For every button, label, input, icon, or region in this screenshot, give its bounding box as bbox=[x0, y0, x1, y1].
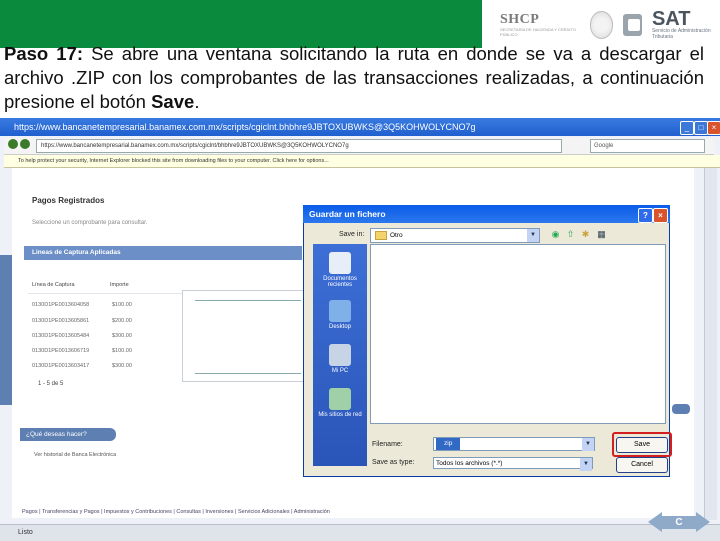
instruction-paragraph: Paso 17: Se abre una ventana solicitando… bbox=[4, 42, 704, 114]
overlay-panel bbox=[182, 290, 306, 382]
maximize-icon[interactable]: □ bbox=[694, 121, 708, 135]
browser-title-bar: https://www.bancanetempresarial.banamex.… bbox=[0, 118, 720, 136]
continue-button[interactable] bbox=[672, 404, 690, 414]
filetype-chevron-icon[interactable]: ▼ bbox=[580, 458, 592, 471]
save-in-label: Save in: bbox=[339, 231, 365, 238]
table-row-4-linea[interactable]: 0130D1PE0013606719 bbox=[32, 348, 89, 354]
minimize-icon[interactable]: _ bbox=[680, 121, 694, 135]
back-folder-icon[interactable]: ◉ bbox=[550, 229, 561, 240]
table-row-3-linea[interactable]: 0130D1PE0013605484 bbox=[32, 333, 89, 339]
place-my-computer[interactable]: Mi PC bbox=[313, 344, 367, 374]
place-desktop[interactable]: Desktop bbox=[313, 300, 367, 330]
save-in-value: Otro bbox=[390, 232, 403, 239]
dialog-title: Guardar un fichero bbox=[309, 209, 386, 219]
slide-navigation: C bbox=[648, 508, 710, 534]
filename-label: Filename: bbox=[372, 441, 403, 448]
address-bar[interactable]: https://www.bancanetempresarial.banamex.… bbox=[36, 139, 562, 153]
government-logos: SHCP SECRETARÍA DE HACIENDA Y CRÉDITO PÚ… bbox=[500, 8, 720, 40]
folder-icon bbox=[375, 230, 387, 240]
footer-links[interactable]: Pagos | Transferencias y Pagos | Impuest… bbox=[22, 509, 330, 515]
shcp-logo: SHCP SECRETARÍA DE HACIENDA Y CRÉDITO PÚ… bbox=[500, 12, 580, 38]
history-link[interactable]: Ver historial de Banca Electrónica bbox=[34, 452, 116, 458]
instruction-button-name: Save bbox=[151, 91, 195, 112]
dialog-close-icon[interactable]: × bbox=[653, 208, 668, 223]
cancel-button[interactable]: Cancel bbox=[616, 457, 668, 473]
filename-chevron-icon[interactable]: ▼ bbox=[582, 438, 594, 451]
close-icon[interactable]: × bbox=[707, 121, 720, 135]
filename-input[interactable]: zip ▼ bbox=[433, 437, 595, 451]
place-my-computer-label: Mi PC bbox=[331, 368, 349, 374]
instruction-text: Se abre una ventana solicitando la ruta … bbox=[4, 43, 704, 112]
table-divider bbox=[28, 293, 188, 294]
sat-logo-subtext: Servicio de Administración Tributaria bbox=[651, 28, 711, 40]
place-recent-documents[interactable]: Documentos recientes bbox=[313, 252, 367, 288]
file-list-area[interactable] bbox=[370, 244, 666, 424]
place-network[interactable]: Mis sitios de red bbox=[313, 388, 367, 418]
status-text: Listo bbox=[18, 529, 33, 536]
place-network-label: Mis sitios de red bbox=[318, 412, 362, 418]
step-label: Paso 17: bbox=[4, 43, 84, 64]
filetype-value: Todos los archivos (*.*) bbox=[436, 460, 503, 467]
table-row-3-importe: $300.00 bbox=[112, 333, 132, 339]
new-folder-icon[interactable]: ✱ bbox=[580, 229, 591, 240]
left-navigation-strip bbox=[0, 255, 12, 405]
table-row-2-linea[interactable]: 0130D1PE0013605861 bbox=[32, 318, 89, 324]
rows-count: 1 - 5 de 5 bbox=[38, 381, 64, 387]
vertical-scrollbar[interactable] bbox=[704, 168, 717, 520]
nav-label: C bbox=[662, 516, 696, 529]
information-bar[interactable]: To help protect your security, Internet … bbox=[4, 155, 720, 168]
column-header-importe: Importe bbox=[110, 282, 129, 288]
filetype-label: Save as type: bbox=[372, 459, 415, 466]
my-computer-icon bbox=[329, 344, 351, 366]
filename-value: zip bbox=[436, 438, 461, 450]
sat-logo-icon bbox=[623, 14, 642, 36]
dialog-title-bar: Guardar un fichero bbox=[303, 205, 670, 223]
desktop-icon bbox=[329, 300, 351, 322]
browser-title: https://www.bancanetempresarial.banamex.… bbox=[14, 122, 476, 132]
places-bar: Documentos recientes Desktop Mi PC Mis s… bbox=[313, 244, 367, 466]
views-menu-icon[interactable]: ▦ bbox=[596, 229, 607, 240]
chevron-down-icon[interactable]: ▼ bbox=[527, 229, 539, 242]
back-icon[interactable] bbox=[8, 139, 18, 149]
shcp-logo-subtext: SECRETARÍA DE HACIENDA Y CRÉDITO PÚBLICO bbox=[500, 27, 576, 37]
status-bar: Listo bbox=[0, 524, 720, 541]
table-row-5-linea[interactable]: 0130D1PE0013603417 bbox=[32, 363, 89, 369]
place-desktop-label: Desktop bbox=[328, 324, 351, 330]
up-folder-icon[interactable]: ⇧ bbox=[565, 229, 576, 240]
place-recent-label: Documentos recientes bbox=[323, 276, 357, 288]
section-header: Lineas de Captura Aplicadas bbox=[24, 246, 302, 260]
what-to-do-header: ¿Qué deseas hacer? bbox=[20, 428, 116, 441]
column-header-linea: Línea de Captura bbox=[32, 282, 75, 288]
table-row-5-importe: $300.00 bbox=[112, 363, 132, 369]
page-title: Pagos Registrados bbox=[32, 196, 105, 205]
save-button[interactable]: Save bbox=[616, 437, 668, 453]
help-icon[interactable]: ? bbox=[638, 208, 653, 223]
save-in-dropdown[interactable]: Otro ▼ bbox=[370, 228, 540, 243]
table-row-1-linea[interactable]: 0130D1PE0013604058 bbox=[32, 302, 89, 308]
shcp-logo-text: SHCP bbox=[500, 12, 540, 27]
national-seal-icon bbox=[589, 11, 614, 39]
table-row-4-importe: $100.00 bbox=[112, 348, 132, 354]
table-row-1-importe: $100.00 bbox=[112, 302, 132, 308]
previous-arrow-icon[interactable] bbox=[648, 512, 662, 532]
next-arrow-icon[interactable] bbox=[696, 512, 710, 532]
filetype-dropdown[interactable]: Todos los archivos (*.*) ▼ bbox=[433, 457, 593, 471]
page-subtitle: Seleccione un comprobante para consultar… bbox=[32, 220, 148, 226]
header-green-bar bbox=[0, 0, 482, 48]
panel-line-bottom bbox=[195, 373, 301, 374]
network-places-icon bbox=[329, 388, 351, 410]
instruction-end: . bbox=[194, 91, 200, 112]
panel-line-top bbox=[195, 300, 301, 301]
table-row-2-importe: $200.00 bbox=[112, 318, 132, 324]
recent-documents-icon bbox=[329, 252, 351, 274]
search-input[interactable]: Google bbox=[590, 139, 705, 153]
sat-logo-text: SAT bbox=[651, 8, 691, 30]
forward-icon[interactable] bbox=[20, 139, 30, 149]
